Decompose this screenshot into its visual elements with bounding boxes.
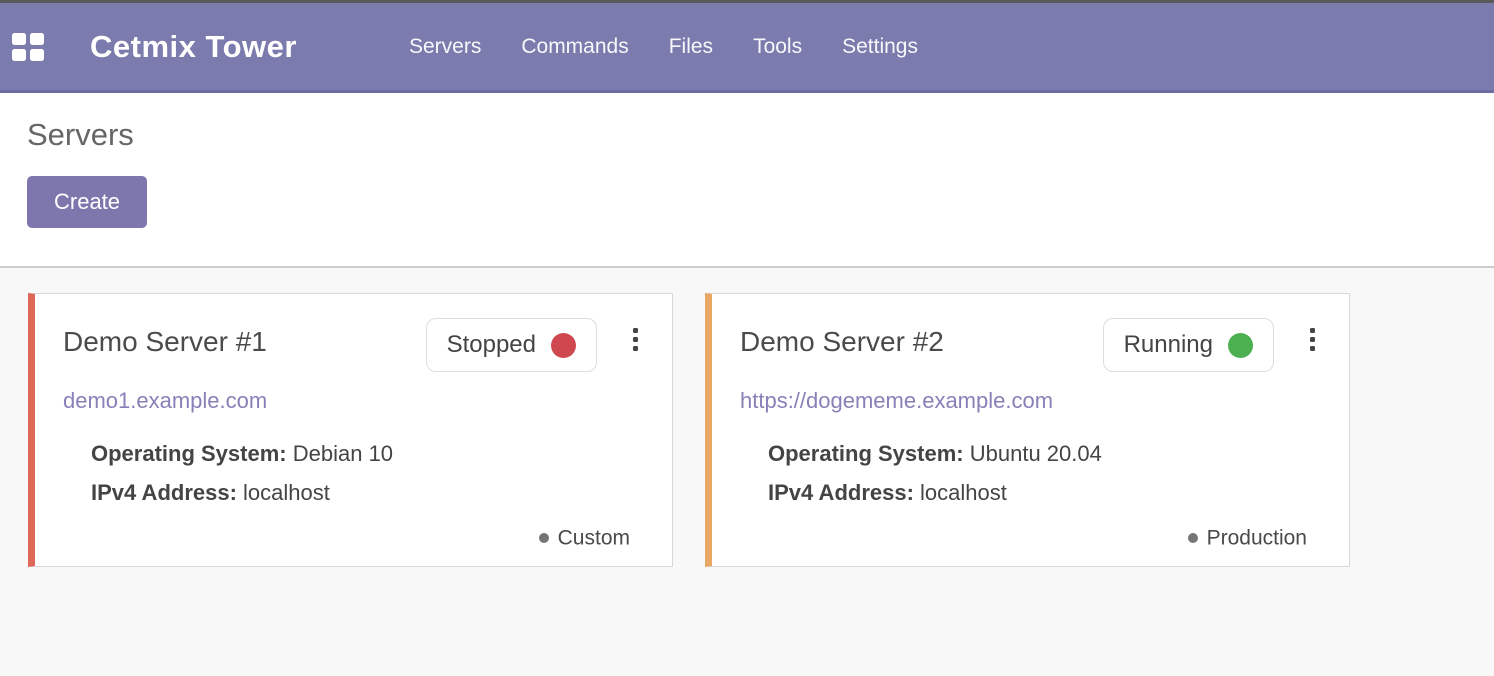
control-panel: Servers Create [0, 93, 1494, 266]
field-label: IPv4 Address: [768, 480, 914, 505]
kebab-dot [633, 328, 638, 333]
page-title: Servers [27, 117, 1494, 153]
server-name: Demo Server #2 [740, 318, 1103, 358]
field-value: localhost [243, 480, 330, 505]
server-kanban-area: Demo Server #1 Stopped demo1.example.com… [0, 266, 1494, 676]
create-button[interactable]: Create [27, 176, 147, 228]
kebab-dot [1310, 328, 1315, 333]
field-value: localhost [920, 480, 1007, 505]
server-url-link[interactable]: demo1.example.com [63, 388, 267, 414]
status-label: Running [1124, 331, 1213, 359]
kebab-dot [633, 346, 638, 351]
apps-grid-square [12, 49, 26, 61]
apps-grid-square [30, 33, 44, 45]
apps-grid-square [30, 49, 44, 61]
status-dot-icon [551, 333, 576, 358]
field-label: Operating System: [91, 441, 287, 466]
server-name: Demo Server #1 [63, 318, 426, 358]
kebab-dot [1310, 346, 1315, 351]
nav-item-tools[interactable]: Tools [753, 35, 802, 59]
tag-dot-icon [539, 533, 549, 543]
status-dot-icon [1228, 333, 1253, 358]
nav-item-files[interactable]: Files [669, 35, 713, 59]
nav-item-servers[interactable]: Servers [409, 35, 481, 59]
status-badge[interactable]: Stopped [426, 318, 597, 372]
server-card: Demo Server #2 Running https://dogememe.… [705, 293, 1350, 567]
field-ipv4-address: IPv4 Address: localhost [91, 473, 644, 512]
field-label: IPv4 Address: [91, 480, 237, 505]
tag-label: Custom [558, 526, 630, 549]
status-badge[interactable]: Running [1103, 318, 1274, 372]
app-header: Cetmix Tower Servers Commands Files Tool… [0, 3, 1494, 93]
kebab-dot [1310, 337, 1315, 342]
apps-grid-icon[interactable] [12, 33, 46, 61]
nav-item-settings[interactable]: Settings [842, 35, 918, 59]
field-value: Ubuntu 20.04 [970, 441, 1102, 466]
tag-row: Custom [63, 526, 644, 550]
kebab-dot [633, 337, 638, 342]
kebab-menu-icon[interactable] [1304, 324, 1321, 355]
tag-label: Production [1207, 526, 1307, 549]
tag-dot-icon [1188, 533, 1198, 543]
status-label: Stopped [447, 331, 536, 359]
server-fields: Operating System: Debian 10 IPv4 Address… [91, 434, 644, 512]
server-url-link[interactable]: https://dogememe.example.com [740, 388, 1053, 414]
nav-item-commands[interactable]: Commands [521, 35, 628, 59]
brand-title: Cetmix Tower [90, 29, 297, 65]
card-header: Demo Server #2 Running [740, 318, 1321, 372]
tag-row: Production [740, 526, 1321, 550]
server-fields: Operating System: Ubuntu 20.04 IPv4 Addr… [768, 434, 1321, 512]
server-card: Demo Server #1 Stopped demo1.example.com… [28, 293, 673, 567]
card-header: Demo Server #1 Stopped [63, 318, 644, 372]
field-value: Debian 10 [293, 441, 393, 466]
field-ipv4-address: IPv4 Address: localhost [768, 473, 1321, 512]
field-operating-system: Operating System: Ubuntu 20.04 [768, 434, 1321, 473]
field-label: Operating System: [768, 441, 964, 466]
kebab-menu-icon[interactable] [627, 324, 644, 355]
apps-grid-square [12, 33, 26, 45]
field-operating-system: Operating System: Debian 10 [91, 434, 644, 473]
top-navigation: Servers Commands Files Tools Settings [409, 35, 918, 59]
